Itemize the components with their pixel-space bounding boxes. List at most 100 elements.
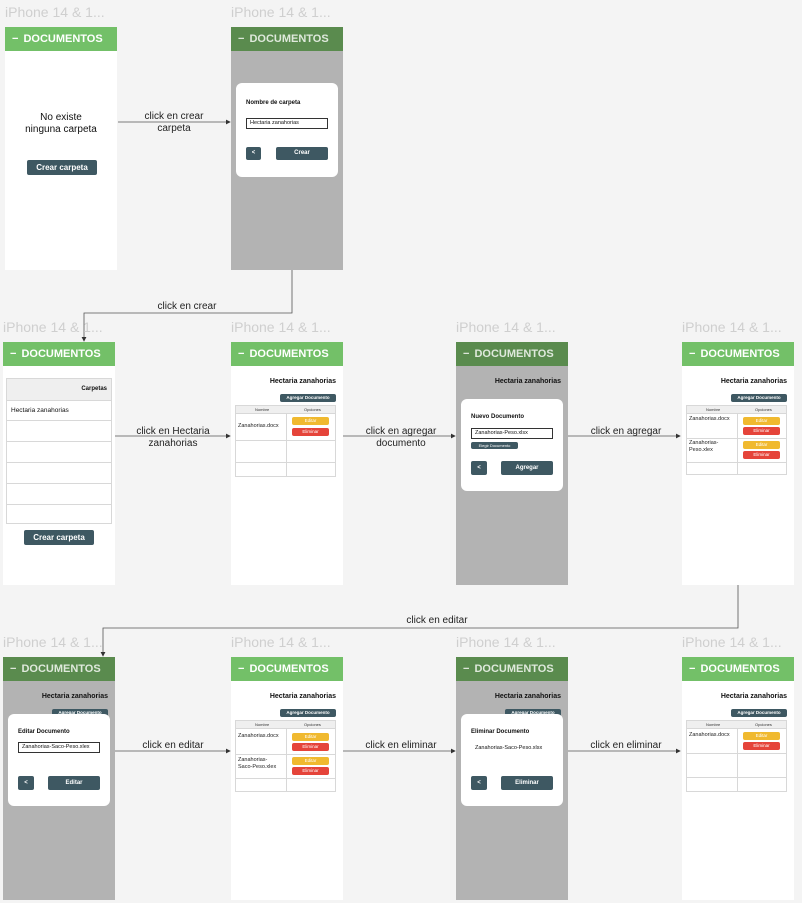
delete-document-title: Eliminar Documento: [471, 729, 530, 735]
delete-button[interactable]: Eliminar: [743, 742, 780, 750]
delete-confirm-button[interactable]: Eliminar: [501, 776, 553, 790]
flow-label-8: click en eliminar: [365, 740, 437, 751]
delete-button[interactable]: Eliminar: [743, 451, 780, 459]
frame-label: iPhone 14 & 1...: [3, 634, 103, 650]
collapse-icon[interactable]: −: [463, 348, 469, 360]
screen-folder-list: − DOCUMENTOS Carpetas Hectaria zanahorias…: [3, 342, 115, 585]
document-name-input[interactable]: Zanahorias-Saco-Peso.xlex: [18, 742, 100, 753]
app-header: − DOCUMENTOS: [456, 342, 568, 366]
frame-label: iPhone 14 & 1...: [231, 634, 331, 650]
collapse-icon[interactable]: −: [689, 348, 695, 360]
back-button[interactable]: <: [471, 461, 487, 475]
new-document-modal: Nuevo Documento Zanahorias-Peso.xlsx Ele…: [461, 399, 563, 491]
collapse-icon[interactable]: −: [463, 663, 469, 675]
app-title: DOCUMENTOS: [249, 663, 329, 675]
collapse-icon[interactable]: −: [238, 348, 244, 360]
edit-button[interactable]: Editar: [743, 417, 780, 425]
collapse-icon[interactable]: −: [689, 663, 695, 675]
edit-document-modal: Editar Documento Zanahorias-Saco-Peso.xl…: [8, 714, 110, 806]
frame-label: iPhone 14 & 1...: [682, 319, 782, 335]
col-options: Opciones: [304, 407, 321, 412]
flow-label-1-line1: click en crear: [144, 111, 204, 122]
document-name-input[interactable]: Zanahorias-Peso.xlsx: [471, 428, 553, 439]
folder-title: Hectaria zanahorias: [269, 693, 336, 700]
back-button[interactable]: <: [246, 147, 261, 160]
delete-button[interactable]: Eliminar: [292, 428, 329, 436]
doc-name: Zanahorias.docx: [238, 733, 279, 739]
add-document-button[interactable]: Agregar Documento: [280, 394, 336, 402]
delete-button[interactable]: Eliminar: [292, 743, 329, 751]
app-title: DOCUMENTOS: [21, 663, 101, 675]
delete-document-modal: Eliminar Documento Zanahorias-Saco-Peso.…: [461, 714, 563, 806]
doc-name-line1: Zanahorias-: [238, 757, 268, 763]
collapse-icon[interactable]: −: [10, 348, 16, 360]
folder-title: Hectaria zanahorias: [720, 693, 787, 700]
flow-label-6: click en editar: [406, 615, 468, 626]
app-header: − DOCUMENTOS: [3, 657, 115, 681]
folder-row[interactable]: Hectaria zanahorias: [11, 407, 69, 414]
flow-label-1: click en crear carpeta: [134, 111, 214, 135]
doc-name-line1: Zanahorias-: [689, 440, 719, 446]
flow-label-5: click en agregar: [590, 426, 662, 437]
create-folder-button[interactable]: Crear carpeta: [27, 160, 97, 175]
doc-name-line2: Peso.xlex: [689, 447, 713, 453]
flow-label-4: click en agregar documento: [356, 426, 446, 450]
app-header: − DOCUMENTOS: [5, 27, 117, 51]
edit-document-title: Editar Documento: [18, 729, 70, 735]
col-options: Opciones: [755, 407, 772, 412]
add-document-button[interactable]: Agregar Documento: [731, 709, 787, 717]
documents-table: Nombre Opciones Zanahorias.docx Editar E…: [235, 405, 336, 477]
app-title: DOCUMENTOS: [249, 33, 329, 45]
add-button[interactable]: Agregar: [501, 461, 553, 475]
delete-button[interactable]: Eliminar: [292, 767, 329, 775]
flow-label-3-line1: click en Hectaria: [136, 426, 210, 437]
flow-label-1-line2: carpeta: [157, 123, 191, 134]
screen-edit-document-modal: − DOCUMENTOS Hectaria zanahorias Agregar …: [3, 657, 115, 900]
frame-label: iPhone 14 & 1...: [3, 319, 103, 335]
flow-label-9: click en eliminar: [590, 740, 662, 751]
back-button[interactable]: <: [18, 776, 34, 790]
collapse-icon[interactable]: −: [12, 33, 18, 45]
edit-button[interactable]: Editar: [292, 733, 329, 741]
frame-label: iPhone 14 & 1...: [231, 4, 331, 20]
delete-button[interactable]: Eliminar: [743, 427, 780, 435]
screen-document-edited: − DOCUMENTOS Hectaria zanahorias Agregar …: [231, 657, 343, 900]
documents-table: Nombre Opciones Zanahorias.docx Editar E…: [686, 405, 787, 475]
folder-modal: Nombre de carpeta Hectaria zanahorias < …: [236, 83, 338, 177]
app-title: DOCUMENTOS: [474, 663, 554, 675]
collapse-icon[interactable]: −: [238, 33, 244, 45]
choose-document-button[interactable]: Elegir Documento: [471, 442, 518, 449]
create-button[interactable]: Crear: [276, 147, 328, 160]
folder-title: Hectaria zanahorias: [41, 693, 108, 700]
edit-button[interactable]: Editar: [292, 757, 329, 765]
app-header: − DOCUMENTOS: [231, 342, 343, 366]
flow-label-4-line1: click en agregar: [365, 426, 437, 437]
app-header: − DOCUMENTOS: [231, 27, 343, 51]
frame-label: iPhone 14 & 1...: [456, 319, 556, 335]
screen-folder-detail: − DOCUMENTOS Hectaria zanahorias Agregar …: [231, 342, 343, 585]
folder-name-input[interactable]: Hectaria zanahorias: [246, 118, 328, 129]
edit-button[interactable]: Editar: [292, 417, 329, 425]
create-folder-button[interactable]: Crear carpeta: [24, 530, 94, 545]
app-title: DOCUMENTOS: [474, 348, 554, 360]
col-name: Nombre: [255, 722, 270, 727]
doc-name: Zanahorias- Peso.xlex: [689, 440, 718, 454]
folder-title: Hectaria zanahorias: [720, 378, 787, 385]
back-button[interactable]: <: [471, 776, 487, 790]
doc-name: Zanahorias.docx: [238, 423, 279, 429]
folder-modal-title: Nombre de carpeta: [246, 100, 301, 106]
folder-table-header-label: Carpetas: [81, 386, 107, 392]
screen-create-folder-modal: − DOCUMENTOS Nombre de carpeta Hectaria z…: [231, 27, 343, 270]
app-header: − DOCUMENTOS: [682, 342, 794, 366]
add-document-button[interactable]: Agregar Documento: [731, 394, 787, 402]
app-title: DOCUMENTOS: [700, 663, 780, 675]
collapse-icon[interactable]: −: [10, 663, 16, 675]
edit-button[interactable]: Editar: [743, 732, 780, 740]
collapse-icon[interactable]: −: [238, 663, 244, 675]
col-options: Opciones: [755, 722, 772, 727]
edit-confirm-button[interactable]: Editar: [48, 776, 100, 790]
app-title: DOCUMENTOS: [23, 33, 103, 45]
add-document-button[interactable]: Agregar Documento: [280, 709, 336, 717]
documents-table: Nombre Opciones Zanahorias.docx Editar E…: [686, 720, 787, 792]
edit-button[interactable]: Editar: [743, 441, 780, 449]
